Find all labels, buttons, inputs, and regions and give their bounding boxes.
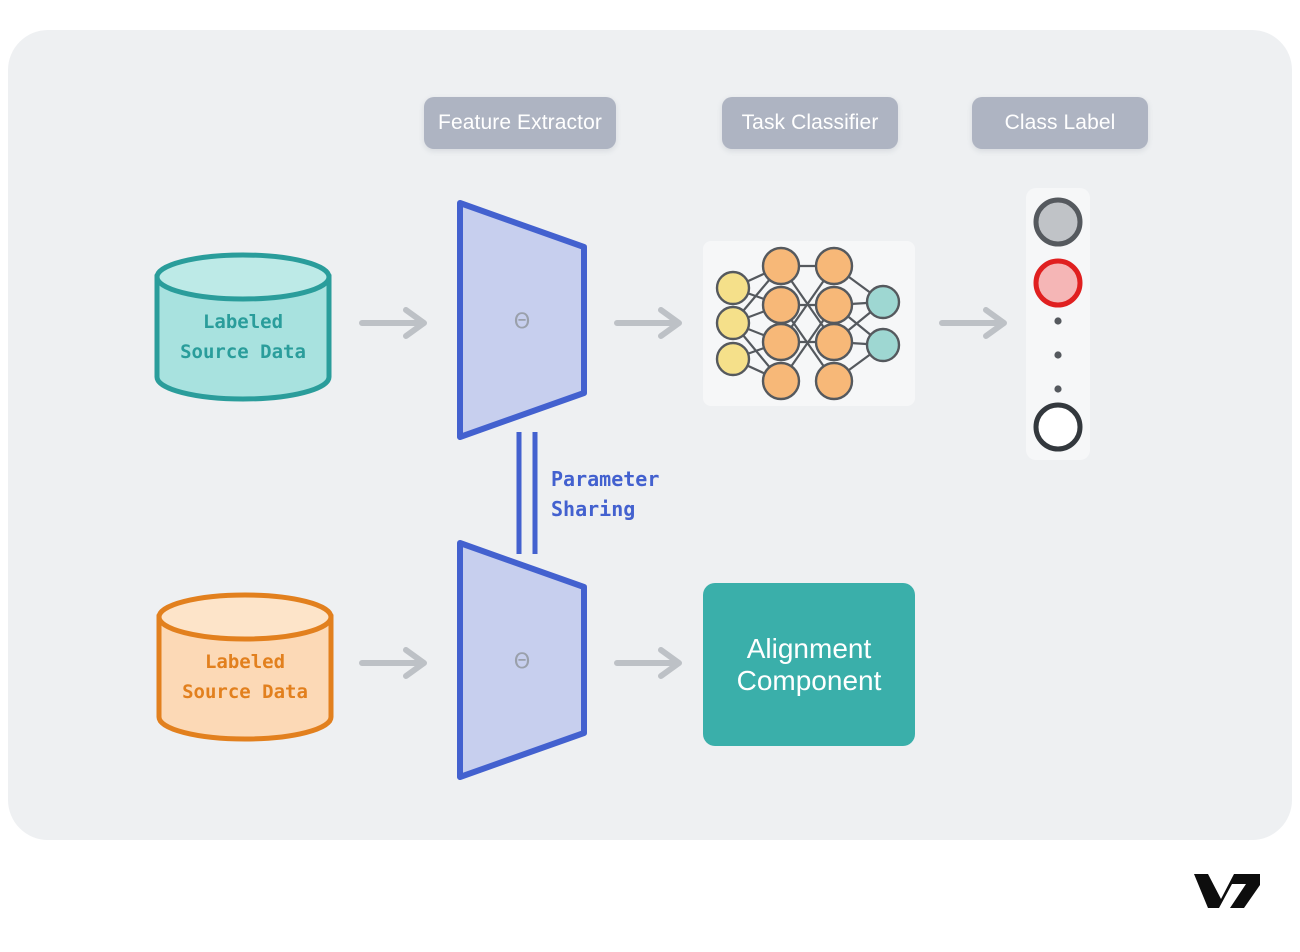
class-label-circle-red <box>1033 258 1083 308</box>
arrow-extractor-top-to-classifier <box>614 307 682 339</box>
cylinder-shape <box>154 252 332 402</box>
ellipsis-dot <box>1054 351 1062 359</box>
task-classifier-network-card <box>703 241 915 406</box>
class-label-items <box>1033 197 1083 452</box>
feature-extractor-bottom: Θ <box>452 535 592 785</box>
ellipsis-dot <box>1054 385 1062 393</box>
arrow-source-top-to-extractor <box>359 307 427 339</box>
header-pill-label: Class Label <box>1004 111 1116 134</box>
parameter-sharing-connector <box>516 432 538 554</box>
parameter-sharing-line1: Parameter <box>551 467 660 491</box>
alignment-component-box: Alignment Component <box>703 583 915 746</box>
header-pill-task-classifier: Task Classifier <box>722 97 898 149</box>
network-nodes <box>715 246 901 401</box>
arrow-source-bottom-to-extractor <box>359 647 427 679</box>
data-source-cylinder-bottom: Labeled Source Data <box>154 592 336 742</box>
v7-logo <box>1194 874 1260 908</box>
class-label-circle-gray <box>1033 197 1083 247</box>
alignment-component-line1: Alignment <box>746 632 872 664</box>
feature-extractor-top: Θ <box>452 195 592 445</box>
header-pill-class-label: Class Label <box>972 97 1148 149</box>
data-source-cylinder-top: Labeled Source Data <box>152 252 334 402</box>
header-pill-label: Task Classifier <box>741 111 879 134</box>
parameter-sharing-label: Parameter Sharing <box>551 464 751 524</box>
cylinder-shape <box>156 592 334 742</box>
parameter-sharing-line2: Sharing <box>551 497 636 521</box>
arrow-classifier-to-class-label <box>939 307 1007 339</box>
ellipsis-dot <box>1054 317 1062 325</box>
header-pill-feature-extractor: Feature Extractor <box>424 97 616 149</box>
network-edges <box>732 264 884 382</box>
class-label-circle-empty <box>1033 402 1083 452</box>
class-label-column <box>1026 188 1090 460</box>
alignment-component-line2: Component <box>736 664 882 696</box>
trapezoid-shape <box>457 200 587 440</box>
arrow-extractor-bottom-to-alignment <box>614 647 682 679</box>
neural-network-diagram <box>715 246 901 401</box>
trapezoid-shape <box>457 540 587 780</box>
header-pill-label: Feature Extractor <box>438 111 602 134</box>
